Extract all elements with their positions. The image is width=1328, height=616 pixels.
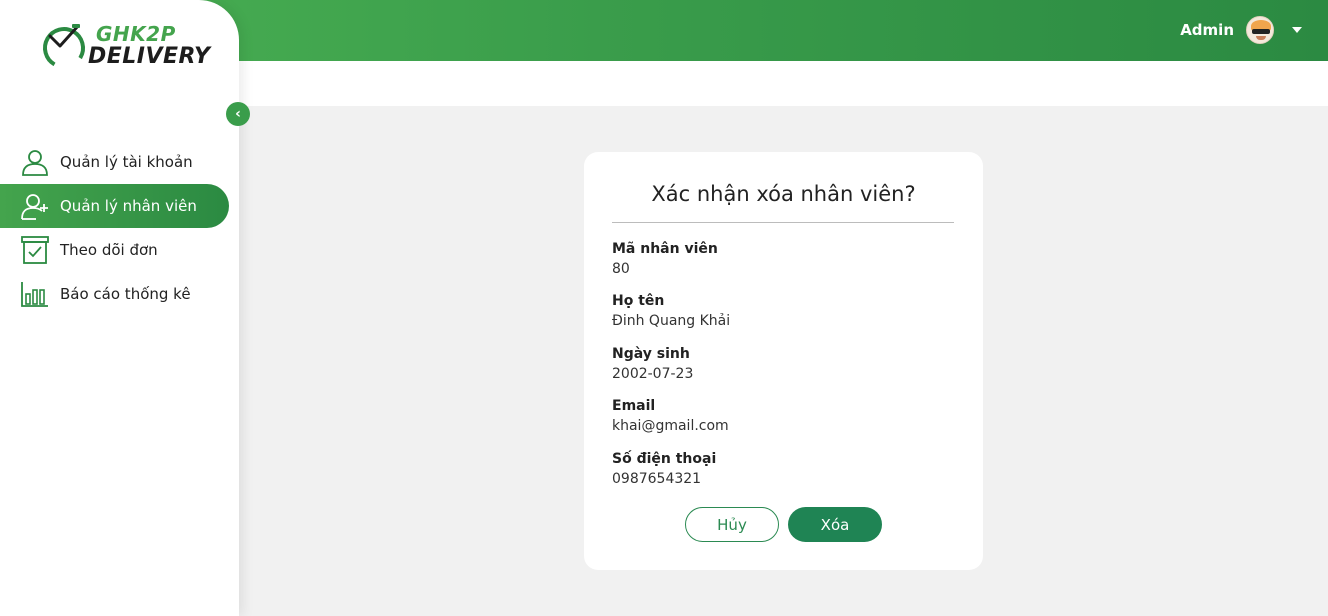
sidebar-item-label: Quản lý nhân viên: [60, 197, 197, 215]
sidebar-item-label: Báo cáo thống kê: [60, 285, 191, 303]
chevron-down-icon[interactable]: [1292, 27, 1302, 33]
bar-chart-icon: [20, 279, 50, 309]
field-value: 80: [612, 261, 630, 277]
field-value: Đinh Quang Khải: [612, 313, 731, 329]
user-name: Admin: [1180, 21, 1234, 39]
stopwatch-logo-icon: [43, 24, 85, 69]
user-menu[interactable]: Admin: [1180, 16, 1302, 44]
sidebar-nav: Quản lý tài khoản Quản lý nhân viên Theo…: [0, 140, 239, 316]
sidebar-collapse-button[interactable]: ‹: [226, 102, 250, 126]
sidebar: GHK2P DELIVERY Quản lý tài khoản Quản lý…: [0, 0, 239, 616]
sidebar-item-order-tracking[interactable]: Theo dõi đơn: [0, 228, 239, 272]
field-birth-date: Ngày sinh 2002-07-23: [612, 346, 693, 382]
brand-name-line1: GHK2P: [96, 22, 176, 46]
chevron-left-icon: ‹: [235, 106, 241, 122]
field-employee-id: Mã nhân viên 80: [612, 241, 718, 277]
field-phone: Số điện thoại 0987654321: [612, 451, 716, 487]
field-value: khai@gmail.com: [612, 418, 729, 434]
field-email: Email khai@gmail.com: [612, 398, 729, 434]
field-label: Mã nhân viên: [612, 241, 718, 257]
sidebar-item-account-management[interactable]: Quản lý tài khoản: [0, 140, 239, 184]
field-label: Họ tên: [612, 293, 665, 309]
avatar[interactable]: [1246, 16, 1274, 44]
field-label: Ngày sinh: [612, 346, 690, 362]
field-value: 2002-07-23: [612, 366, 694, 382]
sidebar-item-label: Theo dõi đơn: [60, 241, 158, 259]
delete-confirm-dialog: Xác nhận xóa nhân viên? Mã nhân viên 80 …: [584, 152, 983, 570]
dialog-title: Xác nhận xóa nhân viên?: [651, 182, 916, 206]
sidebar-item-label: Quản lý tài khoản: [60, 153, 193, 171]
user-add-icon: [20, 191, 50, 221]
delete-button[interactable]: Xóa: [788, 507, 882, 542]
order-check-icon: [20, 235, 50, 265]
brand-logo[interactable]: GHK2P DELIVERY: [40, 18, 210, 74]
field-label: Số điện thoại: [612, 451, 717, 467]
user-icon: [20, 147, 50, 177]
field-full-name: Họ tên Đinh Quang Khải: [612, 293, 730, 329]
brand-name-line2: DELIVERY: [88, 44, 211, 69]
sidebar-item-statistics-report[interactable]: Báo cáo thống kê: [0, 272, 239, 316]
field-label: Email: [612, 398, 656, 414]
divider: [612, 222, 954, 223]
field-value: 0987654321: [612, 471, 702, 487]
cancel-button[interactable]: Hủy: [685, 507, 779, 542]
sidebar-item-employee-management[interactable]: Quản lý nhân viên: [0, 184, 229, 228]
